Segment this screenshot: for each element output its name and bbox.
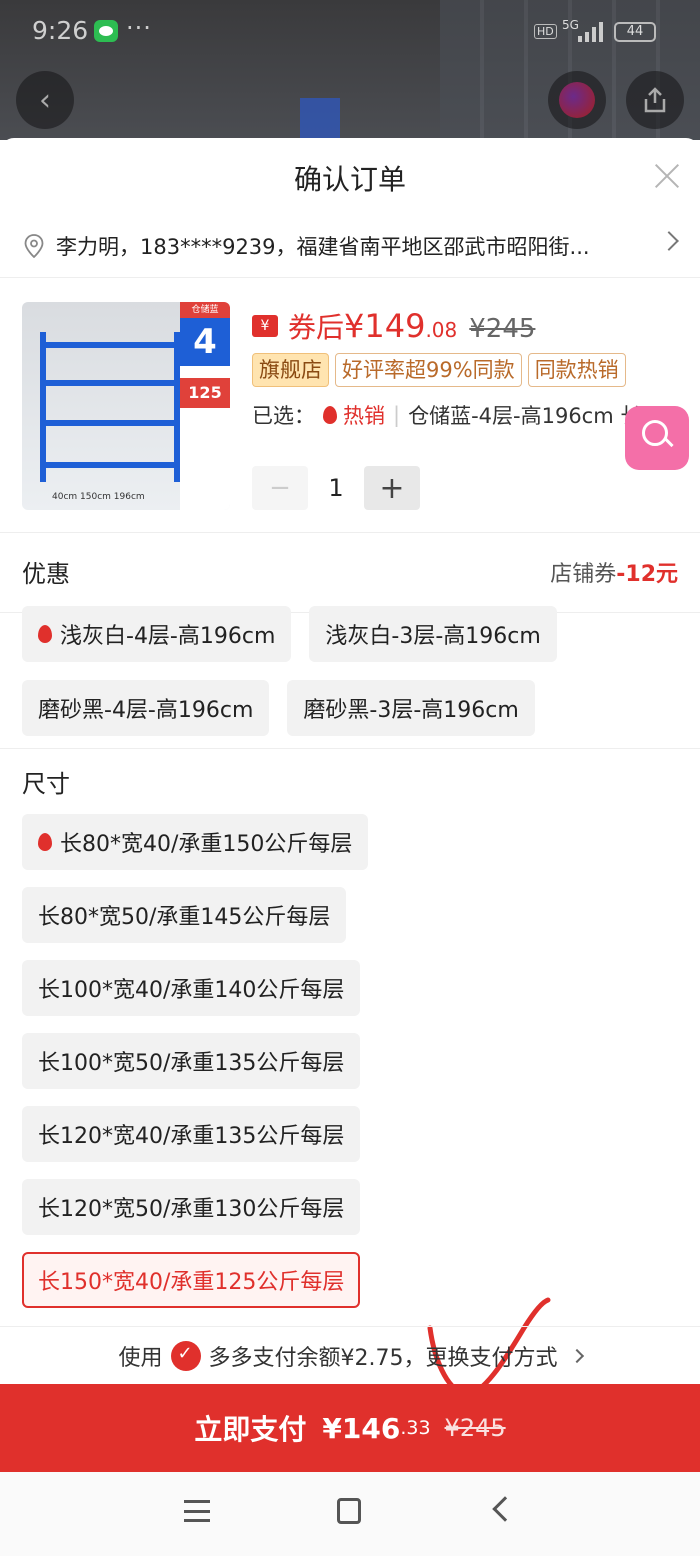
chevron-right-icon (569, 1348, 584, 1363)
product-spec-tag: 仓储蓝 4 125 (180, 302, 230, 510)
home-icon[interactable] (337, 1498, 361, 1524)
quantity-value[interactable]: 1 (308, 474, 364, 502)
color-option[interactable]: 磨砂黑-3层-高196cm (287, 680, 535, 736)
badge-flagship: 旗舰店 (252, 353, 329, 387)
promotion-value: 店铺券-12元 (550, 556, 678, 588)
pay-button-price: ¥146 (322, 1411, 401, 1445)
address-row[interactable]: 李力明，183****9239，福建省南平地区邵武市昭阳街... (0, 216, 700, 278)
assistant-ball-icon (559, 82, 595, 118)
wechat-icon (94, 20, 118, 42)
color-options: 浅灰白-4层-高196cm 浅灰白-3层-高196cm 磨砂黑-4层-高196c… (22, 606, 682, 736)
separator: | (393, 403, 401, 427)
size-option-label: 长80*宽40/承重150公斤每层 (60, 832, 353, 857)
back-icon[interactable] (492, 1496, 518, 1522)
divider (0, 532, 700, 533)
background-shelf (300, 98, 340, 140)
image-dimensions: 40cm 150cm 196cm (52, 492, 145, 502)
menu-icon[interactable] (184, 1500, 210, 1522)
pay-now-button[interactable]: 立即支付 ¥146 .33 ¥245 (0, 1384, 700, 1472)
quantity-stepper: − 1 + (252, 466, 420, 510)
tag-color-label: 仓储蓝 (180, 302, 230, 318)
system-navigation-bar (0, 1472, 700, 1556)
size-option-label: 长120*宽50/承重130公斤每层 (38, 1197, 345, 1222)
back-button[interactable]: ‹ (16, 71, 74, 129)
chevron-right-icon (659, 231, 679, 251)
pay-button-original-price: ¥245 (444, 1414, 506, 1442)
badge-rating: 好评率超99%同款 (335, 353, 522, 387)
divider (0, 748, 700, 749)
quantity-plus-button[interactable]: + (364, 466, 420, 510)
color-option[interactable]: 浅灰白-3层-高196cm (309, 606, 557, 662)
payment-method-row[interactable]: 使用 多多支付余额¥2.75，更换支付方式 (0, 1326, 700, 1384)
more-notifications-icon: ··· (126, 14, 152, 42)
product-badges: 旗舰店 好评率超99%同款 同款热销 (252, 353, 626, 387)
chevron-left-icon: ‹ (39, 82, 51, 118)
promotion-type: 店铺券 (550, 562, 617, 587)
fire-icon (323, 406, 337, 424)
original-price: ¥245 (469, 314, 536, 344)
color-option[interactable]: 磨砂黑-4层-高196cm (22, 680, 270, 736)
color-option-label: 磨砂黑-3层-高196cm (303, 698, 519, 723)
sheet-title: 确认订单 (293, 163, 406, 196)
pay-button-label: 立即支付 (194, 1413, 307, 1446)
selected-hot-label: 热销 (343, 404, 385, 428)
share-icon (644, 87, 666, 113)
location-pin-icon (24, 234, 44, 258)
price-main: ¥149 (344, 307, 426, 345)
product-thumbnail[interactable]: 仓储蓝 4 125 40cm 150cm 196cm (22, 302, 230, 510)
confirm-order-sheet: 确认订单 李力明，183****9239，福建省南平地区邵武市昭阳街... 仓储… (0, 138, 700, 1556)
size-section-title: 尺寸 (22, 770, 70, 798)
zoom-in-button[interactable] (625, 406, 689, 470)
address-text: 李力明，183****9239，福建省南平地区邵武市昭阳街... (56, 235, 590, 259)
size-option[interactable]: 长80*宽50/承重145公斤每层 (22, 887, 347, 943)
status-time: 9:26 (32, 16, 89, 45)
size-option-selected[interactable]: 长150*宽40/承重125公斤每层 (22, 1252, 361, 1308)
size-option-label: 长150*宽40/承重125公斤每层 (38, 1270, 345, 1295)
price-decimal: .08 (425, 318, 458, 342)
size-option-label: 长100*宽50/承重135公斤每层 (38, 1051, 345, 1076)
color-option-label: 浅灰白-4层-高196cm (60, 624, 276, 649)
duoduo-pay-icon (170, 1340, 201, 1371)
tag-layers: 4 (180, 318, 230, 366)
size-option-label: 长120*宽40/承重135公斤每层 (38, 1124, 345, 1149)
payment-prefix: 使用 (118, 1345, 163, 1371)
network-type: 5G (562, 18, 579, 32)
shelf-illustration (40, 332, 180, 482)
pay-button-price-decimal: .33 (400, 1417, 431, 1439)
size-option[interactable]: 长120*宽40/承重135公斤每层 (22, 1106, 361, 1162)
payment-method-text: 多多支付余额¥2.75，更换支付方式 (208, 1345, 558, 1371)
color-option-label: 磨砂黑-4层-高196cm (38, 698, 254, 723)
price-row: ¥ 券后 ¥149 .08 ¥245 (252, 306, 535, 346)
status-bar: 9:26 ··· HD 5G 44 (0, 0, 700, 62)
color-option[interactable]: 浅灰白-4层-高196cm (22, 606, 292, 662)
price-after-coupon-label: 券后 (288, 311, 345, 344)
coupon-icon: ¥ (252, 315, 278, 337)
hd-indicator: HD (534, 24, 557, 39)
tag-load: 125 (180, 378, 230, 408)
promotion-row[interactable]: 优惠 店铺券-12元 (0, 534, 700, 612)
battery-icon: 44 (614, 22, 656, 42)
floating-assistant-button[interactable] (548, 71, 606, 129)
promotion-amount: -12元 (616, 562, 678, 587)
size-option[interactable]: 长120*宽50/承重130公斤每层 (22, 1179, 361, 1235)
size-option-label: 长80*宽50/承重145公斤每层 (38, 905, 331, 930)
size-option[interactable]: 长100*宽40/承重140公斤每层 (22, 960, 361, 1016)
share-button[interactable] (626, 71, 684, 129)
size-options: 长80*宽40/承重150公斤每层 长80*宽50/承重145公斤每层 长100… (22, 814, 682, 1308)
selected-spec-value: 仓储蓝-4层-高196cm 长... (408, 404, 662, 428)
color-option-label: 浅灰白-3层-高196cm (325, 624, 541, 649)
quantity-minus-button[interactable]: − (252, 466, 308, 510)
close-icon[interactable] (652, 160, 682, 190)
badge-hot: 同款热销 (527, 353, 626, 387)
fire-icon (38, 625, 52, 643)
promotion-label: 优惠 (22, 560, 70, 588)
size-option[interactable]: 长80*宽40/承重150公斤每层 (22, 814, 369, 870)
selected-label: 已选： (252, 404, 315, 428)
signal-icon (578, 20, 608, 42)
size-option-label: 长100*宽40/承重140公斤每层 (38, 978, 345, 1003)
size-option[interactable]: 长100*宽50/承重135公斤每层 (22, 1033, 361, 1089)
fire-icon (38, 833, 52, 851)
